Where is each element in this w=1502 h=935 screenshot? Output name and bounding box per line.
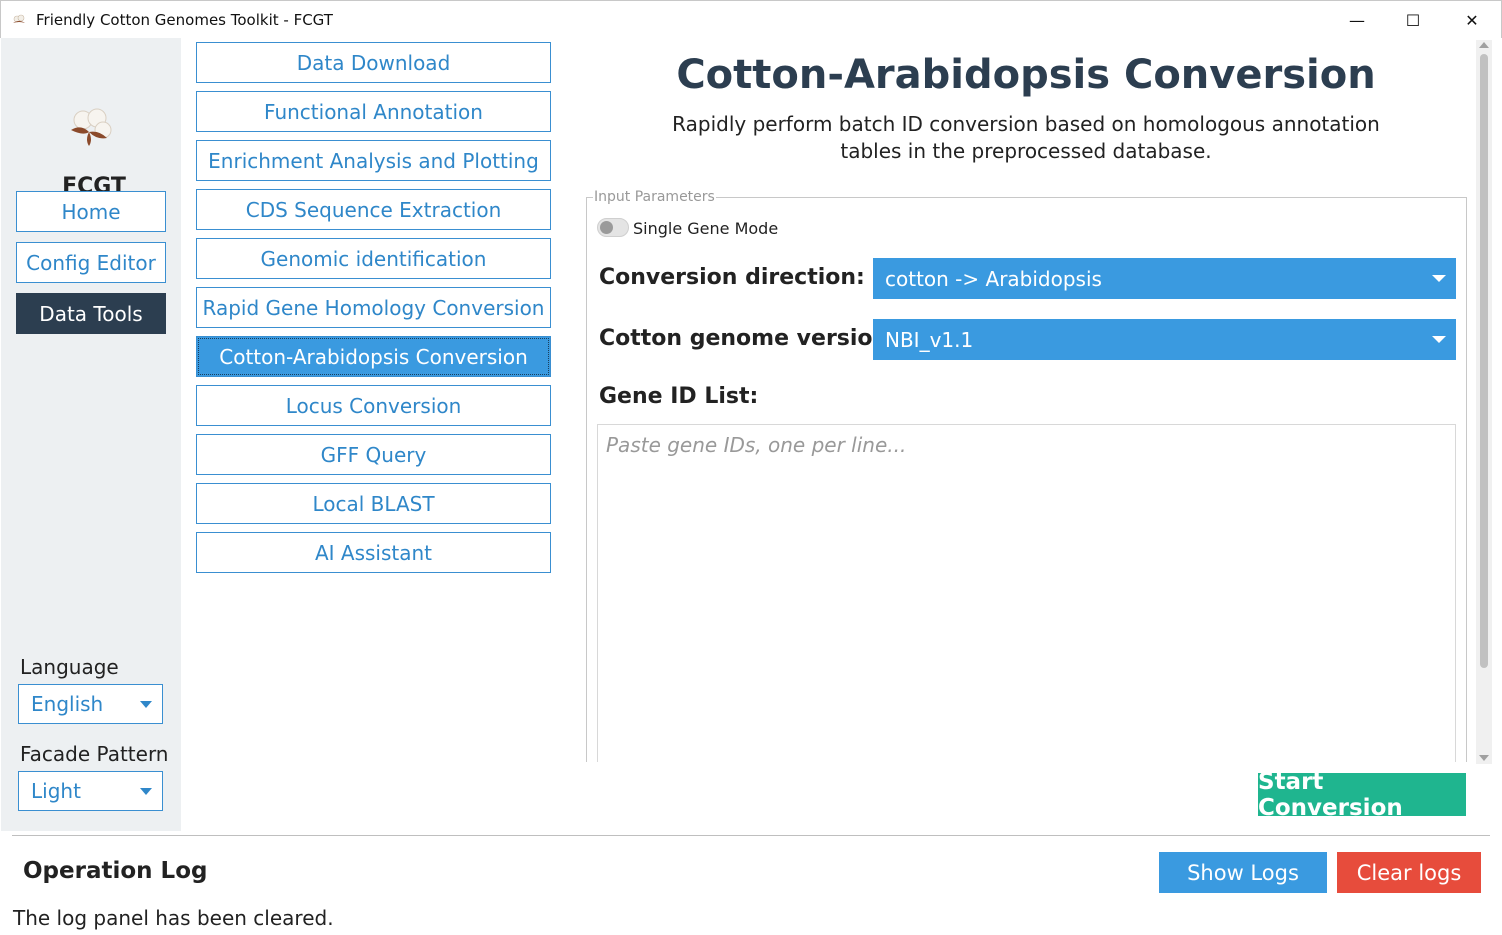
tool-enrichment-analysis[interactable]: Enrichment Analysis and Plotting [196,140,551,181]
cotton-app-icon [13,14,25,23]
chevron-down-icon [1432,275,1446,282]
operation-log-title: Operation Log [23,858,208,884]
cotton-logo-icon [71,108,112,146]
cotton-genome-version-label: Cotton genome version: [599,326,897,351]
tool-local-blast[interactable]: Local BLAST [196,483,551,524]
language-select-value: English [31,692,104,716]
conversion-direction-select[interactable]: cotton -> Arabidopsis [873,258,1456,299]
clear-logs-button[interactable]: Clear logs [1337,852,1481,893]
main-scrollbar[interactable] [1476,40,1492,764]
page-subtitle: Rapidly perform batch ID conversion base… [672,112,1380,163]
tool-locus-conversion[interactable]: Locus Conversion [196,385,551,426]
close-button[interactable]: ✕ [1443,1,1501,39]
window-titlebar: Friendly Cotton Genomes Toolkit - FCGT —… [0,0,1502,38]
tool-functional-annotation[interactable]: Functional Annotation [196,91,551,132]
single-gene-mode-label: Single Gene Mode [633,219,779,238]
nav-data-tools-button[interactable]: Data Tools [16,293,166,334]
start-conversion-button[interactable]: Start Conversion [1258,769,1466,821]
language-label: Language [20,655,119,679]
toggle-knob [600,221,613,234]
conversion-direction-value: cotton -> Arabidopsis [885,266,1102,291]
tool-data-download[interactable]: Data Download [196,42,551,83]
facade-pattern-select[interactable]: Light [18,771,163,811]
show-logs-button[interactable]: Show Logs [1159,852,1327,893]
chevron-down-icon [140,788,152,795]
log-divider [12,835,1490,836]
tool-rapid-gene-homology-conversion[interactable]: Rapid Gene Homology Conversion [196,287,551,328]
chevron-down-icon [1432,336,1446,343]
single-gene-mode-toggle[interactable] [597,218,629,237]
gene-id-list-label: Gene ID List: [599,384,759,409]
scroll-down-arrow-icon[interactable] [1479,755,1489,761]
window-title: Friendly Cotton Genomes Toolkit - FCGT [36,11,333,29]
tool-cds-sequence-extraction[interactable]: CDS Sequence Extraction [196,189,551,230]
gene-id-list-input[interactable]: Paste gene IDs, one per line... [597,424,1456,762]
cotton-genome-version-value: NBI_v1.1 [885,327,974,352]
language-select[interactable]: English [18,684,163,724]
tool-cotton-arabidopsis-conversion[interactable]: Cotton-Arabidopsis Conversion [196,336,551,377]
log-message: The log panel has been cleared. [13,906,334,930]
chevron-down-icon [140,701,152,708]
scroll-up-arrow-icon[interactable] [1479,42,1489,48]
maximize-button[interactable]: ☐ [1384,1,1442,39]
conversion-direction-label: Conversion direction: [599,265,865,290]
facade-pattern-select-value: Light [31,779,81,803]
scrollbar-thumb[interactable] [1480,54,1488,668]
nav-config-editor-button[interactable]: Config Editor [16,242,166,283]
tool-ai-assistant[interactable]: AI Assistant [196,532,551,573]
input-parameters-title: Input Parameters [593,189,716,205]
tool-genomic-identification[interactable]: Genomic identification [196,238,551,279]
facade-pattern-label: Facade Pattern [20,742,169,766]
minimize-button[interactable]: — [1328,1,1386,39]
tool-gff-query[interactable]: GFF Query [196,434,551,475]
nav-home-button[interactable]: Home [16,191,166,232]
gene-id-list-placeholder: Paste gene IDs, one per line... [606,433,907,457]
cotton-genome-version-select[interactable]: NBI_v1.1 [873,319,1456,360]
page-title: Cotton-Arabidopsis Conversion [676,52,1376,98]
